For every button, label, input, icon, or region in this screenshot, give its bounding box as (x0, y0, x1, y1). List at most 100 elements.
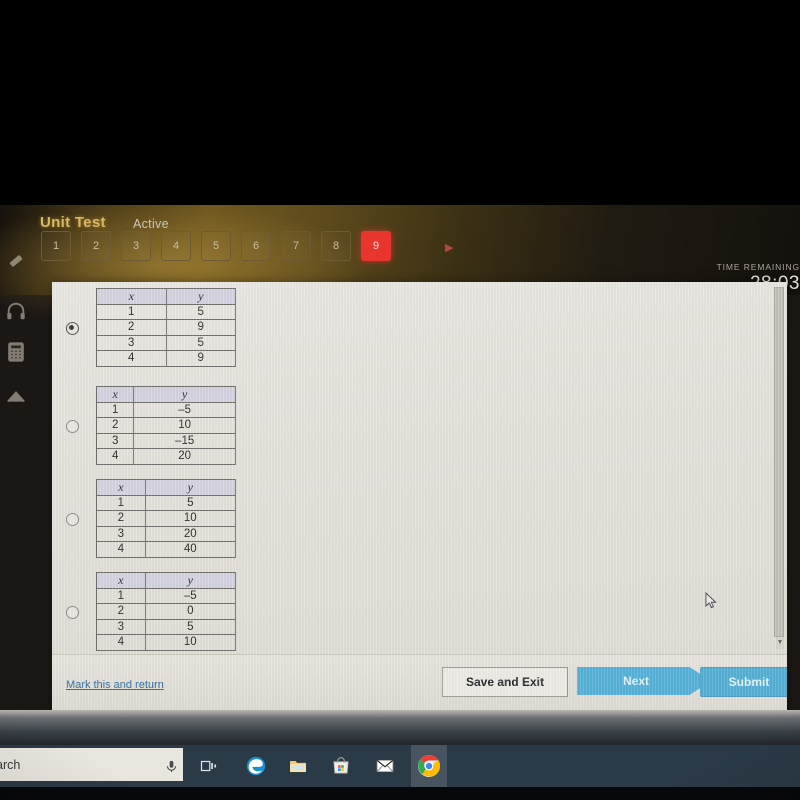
photograph-of-laptop-screen: Unit Test Active ▶ 123456789 TIME REMAIN… (0, 0, 800, 800)
radio-option-a[interactable] (66, 322, 79, 335)
search-input[interactable]: arch (0, 748, 183, 781)
table-row: 1 –5 (95, 401, 236, 419)
timer-label: TIME REMAINING (716, 262, 800, 272)
cell: 10 (144, 510, 237, 527)
value-table-option-d: x y 1 –5 2 0 3 5 4 10 (96, 572, 237, 651)
cell: 1 (96, 303, 167, 321)
search-placeholder: arch (0, 757, 21, 772)
answer-options-area: x y 1 5 2 9 3 5 4 9 x y 1 –5 2 10 3 –15 4 20 x y 1 5 2 10 3 20 4 40 x y… (52, 282, 787, 654)
answer-option-b[interactable]: x y 1 –5 2 10 3 –15 4 20 (58, 386, 278, 476)
cell: 2 (96, 319, 167, 336)
table-row: 20 (96, 603, 237, 620)
mark-this-and-return-link[interactable]: Mark this and return (66, 679, 164, 691)
save-and-exit-button[interactable]: Save and Exit (442, 667, 568, 697)
scroll-down-arrow-icon[interactable]: ▼ (776, 638, 784, 648)
radio-option-b[interactable] (66, 420, 79, 433)
cell: 5 (144, 494, 237, 512)
cell: 1 (95, 401, 135, 419)
mouse-cursor (705, 591, 718, 609)
file-explorer-icon[interactable] (285, 753, 311, 779)
question-tab-1[interactable]: 1 (41, 231, 71, 261)
photo-bottom-border (0, 787, 800, 800)
cell: 9 (165, 350, 236, 367)
laptop-chassis (0, 710, 800, 746)
cell: 4 (96, 634, 146, 651)
task-view-icon[interactable] (196, 753, 222, 779)
question-tab-3[interactable]: 3 (121, 231, 151, 261)
table-row: 4 20 (95, 448, 236, 465)
assessment-header: Unit Test Active ▶ 123456789 (0, 205, 800, 275)
question-tab-6[interactable]: 6 (241, 231, 271, 261)
page-title: Unit Test (40, 214, 106, 231)
cell: 3 (96, 334, 167, 352)
answer-option-c[interactable]: x y 1 5 2 10 3 20 4 40 (58, 479, 278, 569)
cell: 3 (96, 618, 146, 636)
cell: 1 (96, 494, 146, 512)
edge-icon[interactable] (243, 753, 269, 779)
column-header-x: x (95, 386, 135, 403)
microphone-icon[interactable] (158, 753, 184, 779)
table-row: 15 (96, 303, 236, 321)
cell: 9 (165, 319, 236, 336)
table-header-row: xy (96, 288, 236, 305)
table-header-row: xy (96, 479, 237, 496)
windows-taskbar: arch (0, 745, 800, 787)
table-header-row: xy (95, 386, 236, 403)
table-row: 15 (96, 494, 237, 512)
column-header-x: x (96, 572, 146, 589)
eraser-icon[interactable] (2, 247, 30, 275)
cell: 3 (95, 432, 135, 450)
column-header-x: x (96, 479, 146, 496)
laptop-screen: Unit Test Active ▶ 123456789 TIME REMAIN… (0, 205, 800, 745)
question-tab-7[interactable]: 7 (281, 231, 311, 261)
table-row: 4 40 (96, 541, 237, 558)
answer-option-d[interactable]: x y 1 –5 2 0 3 5 4 10 (58, 572, 278, 662)
table-row: 3 –15 (95, 432, 236, 450)
table-row: 3 20 (96, 525, 237, 543)
column-header-y: y (133, 386, 236, 403)
cell: 2 (95, 417, 135, 434)
cell: 5 (165, 303, 236, 321)
value-table-option-b: x y 1 –5 2 10 3 –15 4 20 (95, 386, 236, 465)
cell: 4 (95, 448, 135, 465)
panel-footer: Mark this and return Save and Exit Next … (52, 654, 787, 714)
cell: 10 (144, 634, 237, 651)
cell: 2 (96, 603, 146, 620)
scrollbar-thumb[interactable] (774, 287, 784, 637)
cell: 2 (96, 510, 146, 527)
calculator-icon[interactable] (2, 338, 30, 366)
table-row: 4 10 (96, 634, 237, 651)
chrome-icon[interactable] (416, 753, 442, 779)
mail-icon[interactable] (372, 753, 398, 779)
question-tab-4[interactable]: 4 (161, 231, 191, 261)
cell: 40 (144, 541, 237, 558)
cell: –5 (133, 401, 236, 419)
radio-option-c[interactable] (66, 513, 79, 526)
table-row: 1 –5 (96, 587, 237, 605)
cell: 5 (144, 618, 237, 636)
column-header-y: y (144, 572, 237, 589)
cell: 10 (133, 417, 236, 434)
question-tab-9[interactable]: 9 (361, 231, 391, 261)
chrome-taskbar-button[interactable] (411, 745, 447, 787)
answer-option-a[interactable]: xy15293549 (58, 288, 278, 378)
headphones-icon[interactable] (2, 297, 30, 325)
question-tab-8[interactable]: 8 (321, 231, 351, 261)
table-header-row: xy (96, 572, 237, 589)
cell: –5 (144, 587, 237, 605)
value-table-option-c: x y 1 5 2 10 3 20 4 40 (96, 479, 237, 558)
cell: 0 (144, 603, 237, 620)
radio-option-d[interactable] (66, 606, 79, 619)
status-badge: Active (133, 217, 169, 231)
question-tab-2[interactable]: 2 (81, 231, 111, 261)
up-arrow-icon[interactable] (2, 383, 30, 411)
next-button[interactable]: Next (577, 667, 711, 695)
cell: 5 (165, 334, 236, 352)
question-tab-5[interactable]: 5 (201, 231, 231, 261)
submit-button[interactable]: Submit (700, 667, 787, 697)
cell: 3 (96, 525, 146, 543)
table-row: 2 10 (95, 417, 236, 434)
microsoft-store-icon[interactable] (328, 753, 354, 779)
next-questions-arrow-icon[interactable]: ▶ (445, 241, 453, 254)
value-table-option-a: xy15293549 (96, 288, 236, 367)
